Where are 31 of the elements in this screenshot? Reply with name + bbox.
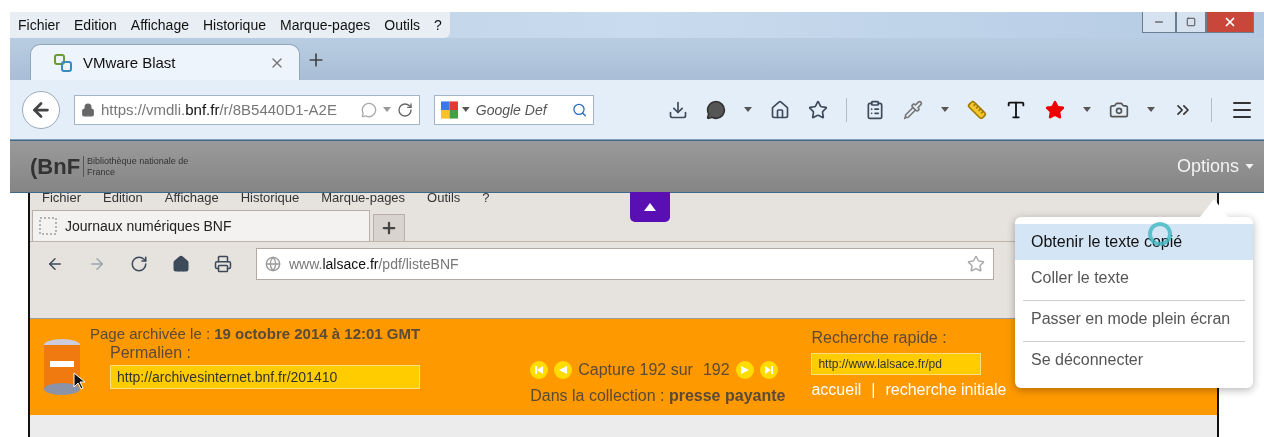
logo-subtitle: Bibliothèque nationale de France [83, 155, 198, 178]
quick-search-label: Recherche rapide : [811, 329, 948, 347]
search-field[interactable]: Google Def [434, 94, 594, 125]
menu-item[interactable]: Edition [103, 189, 143, 205]
archived-date: Page archivée le : 19 octobre 2014 à 12:01 GMT [90, 325, 421, 342]
menu-item[interactable]: ? [434, 17, 442, 33]
capture-total: 192 [702, 361, 730, 379]
menu-item[interactable]: Marque-pages [280, 17, 371, 33]
collection-text: Dans la collection : presse payante [530, 387, 786, 405]
menu-item[interactable]: Outils [427, 189, 461, 205]
menu-item[interactable]: Affichage [164, 189, 219, 205]
menu-item[interactable]: Passer en mode plein écran [1023, 300, 1245, 337]
permalink-field[interactable]: http://archivesinternet.bnf.fr/201410 [110, 365, 421, 389]
menu-item[interactable]: Outils [384, 17, 421, 33]
menu-item[interactable]: Historique [202, 17, 266, 33]
search-input[interactable]: Google Def [473, 100, 568, 119]
menu-item[interactable]: Coller le texte [1015, 260, 1253, 296]
menu-item[interactable]: Marque-pages [321, 189, 406, 205]
quick-search-field[interactable]: http://www.lalsace.fr/pd [811, 353, 982, 375]
logo[interactable]: (BnF [30, 153, 81, 180]
permalink-label: Permalien : [110, 344, 192, 362]
menu-item[interactable]: Edition [74, 17, 117, 33]
menu-item[interactable]: Historique [240, 189, 300, 205]
link-separator: | [871, 381, 876, 399]
menu-item[interactable]: ? [482, 189, 490, 205]
menu-item[interactable]: Fichier [18, 17, 60, 33]
menu-item[interactable]: Affichage [130, 17, 189, 33]
menu-item[interactable]: Obtenir le texte copié [1015, 224, 1253, 260]
capture-counter: Capture 192 sur [578, 361, 693, 379]
menu-item[interactable]: Se déconnecter [1023, 341, 1245, 378]
menu-item[interactable]: Fichier [42, 189, 81, 205]
